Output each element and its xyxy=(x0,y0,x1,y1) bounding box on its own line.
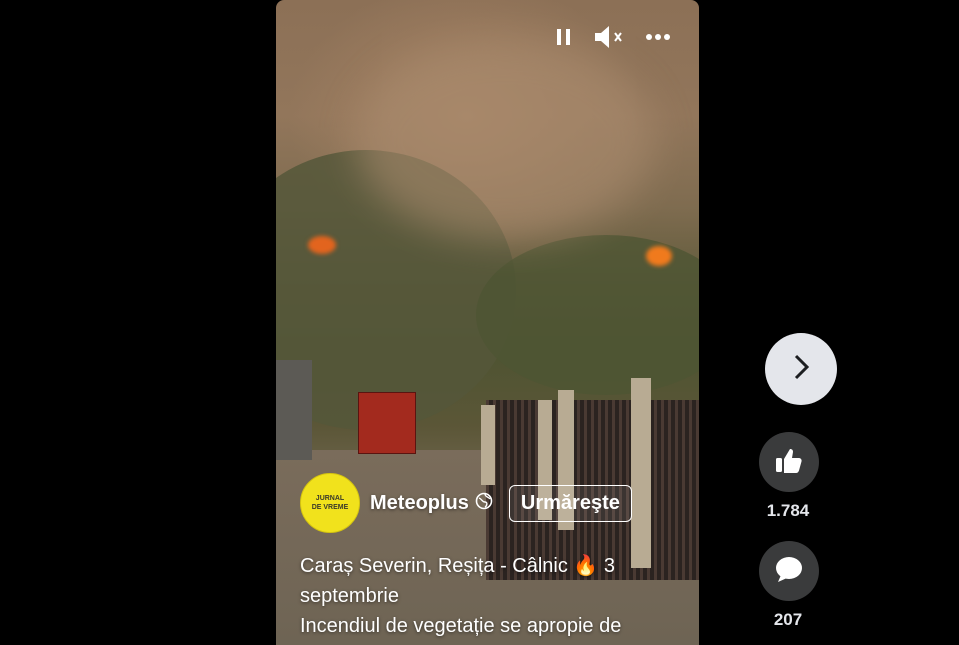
video-controls xyxy=(555,24,671,50)
more-options-icon[interactable] xyxy=(645,33,671,41)
avatar-text: JURNAL xyxy=(315,495,345,502)
caption[interactable]: Caraș Severin, Reșița - Câlnic 🔥 3 septe… xyxy=(300,551,680,641)
chevron-right-icon xyxy=(789,352,813,387)
author-row: JURNAL DE VREME Meteoplus Urmăreşte xyxy=(300,473,632,533)
reel-video[interactable]: JURNAL DE VREME Meteoplus Urmăreşte Cara… xyxy=(276,0,699,645)
volume-muted-icon[interactable] xyxy=(593,24,625,50)
next-reel-button[interactable] xyxy=(765,333,837,405)
fire-left xyxy=(308,236,336,254)
thumbs-up-icon xyxy=(774,446,804,479)
caption-line: Caraș Severin, Reșița - Câlnic 🔥 3 xyxy=(300,555,616,577)
avatar-text: DE VREME xyxy=(311,504,349,511)
globe-icon xyxy=(475,492,493,515)
caption-line: septembrie xyxy=(300,585,399,607)
fire-truck xyxy=(358,392,416,454)
author-name[interactable]: Meteoplus xyxy=(370,492,469,515)
pause-icon[interactable] xyxy=(555,27,573,47)
comment-count: 207 xyxy=(773,610,803,629)
house xyxy=(276,360,312,460)
smoke-cloud xyxy=(356,40,656,240)
avatar[interactable]: JURNAL DE VREME xyxy=(300,473,360,533)
follow-button[interactable]: Urmăreşte xyxy=(508,484,632,522)
comment-button[interactable] xyxy=(759,541,819,601)
like-button[interactable] xyxy=(759,432,819,492)
caption-line: Incendiul de vegetație se apropie de xyxy=(300,615,622,637)
like-count: 1.784 xyxy=(766,501,810,520)
fence-post xyxy=(631,378,651,568)
comment-icon xyxy=(774,555,804,588)
fire-right xyxy=(646,246,672,266)
